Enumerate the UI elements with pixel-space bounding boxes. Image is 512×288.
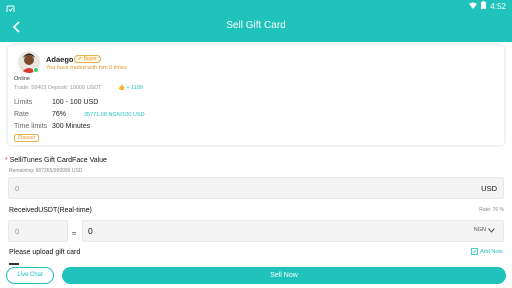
received-ngn-input[interactable]: 0 NGN (82, 220, 504, 242)
usd-unit: USD (481, 184, 497, 193)
live-chat-button[interactable]: Live Chat (6, 267, 54, 284)
received-label: ReceivedUSDT(Real-time) (9, 207, 92, 214)
trade-count-value: + 1199 (126, 85, 143, 91)
online-status-dot (33, 67, 39, 73)
received-ngn-value: 0 (88, 226, 93, 236)
add-note-label: Add Note (480, 248, 503, 255)
face-value-label: * SelliTunes Gift CardFace Value (5, 157, 107, 164)
chevron-down-icon (488, 227, 495, 233)
seller-name: Adaego (46, 55, 74, 64)
rate-detail: 35771.68 NGN/100 USD (84, 112, 145, 118)
seller-card: Online Adaego ✔ Buyer You have traded wi… (8, 45, 504, 145)
rate-label: Rate (14, 111, 29, 118)
wifi-icon (469, 2, 478, 11)
online-label: Online (14, 76, 30, 82)
edit-icon (471, 248, 478, 255)
time-limits-label: Time limits (14, 123, 48, 130)
required-asterisk: * (5, 157, 8, 164)
received-rate: Rate: 76 % (479, 207, 504, 213)
rate-row: Rate 76% (14, 111, 66, 118)
trade-count-badge: 👍 + 1199 (118, 85, 143, 91)
trade-deposit-info: Trade: 59403 Deposit: 10000 USDT (14, 85, 102, 91)
add-note-button[interactable]: Add Note (471, 248, 503, 255)
face-value-input[interactable]: 0 USD (8, 177, 504, 199)
approx-symbol: ≈ (72, 229, 77, 238)
remaining-text: Remaining: 907265/999999 USD (9, 168, 83, 174)
limits-row: Limits 100 - 100 USD (14, 99, 98, 106)
traded-count-text: You have traded with him 0 times (46, 65, 127, 71)
time-limits-row: Time limits 300 Minutes (14, 123, 90, 130)
upload-label: Please upload gift card (9, 249, 81, 256)
face-value-input-value: 0 (15, 184, 20, 193)
page-title: Sell Gift Card (226, 20, 286, 31)
battery-icon (481, 1, 487, 11)
rate-value: 76% (52, 111, 67, 118)
buyer-badge: ✔ Buyer (74, 55, 101, 63)
received-usdt-value: 0 (15, 227, 20, 236)
truncated-text-fragment (9, 263, 19, 265)
received-usdt-input[interactable]: 0 (8, 220, 68, 242)
currency-select[interactable]: NGN (474, 227, 495, 233)
pioneer-tag: Pioneer (14, 134, 40, 142)
limits-label: Limits (14, 99, 33, 106)
status-bar: 4:52 (0, 0, 512, 14)
check-icon: ✔ (78, 56, 83, 62)
app-bar: Sell Gift Card (0, 12, 512, 42)
buyer-badge-label: Buyer (83, 56, 97, 62)
clock-time: 4:52 (490, 1, 506, 11)
currency-select-value: NGN (473, 227, 486, 233)
face-value-label-text: SelliTunes Gift CardFace Value (9, 157, 107, 164)
time-limits-value: 300 Minutes (52, 123, 91, 130)
limits-value: 100 - 100 USD (52, 99, 99, 106)
thumbs-up-icon: 👍 (118, 85, 125, 91)
sell-now-button[interactable]: Sell Now (62, 267, 506, 284)
